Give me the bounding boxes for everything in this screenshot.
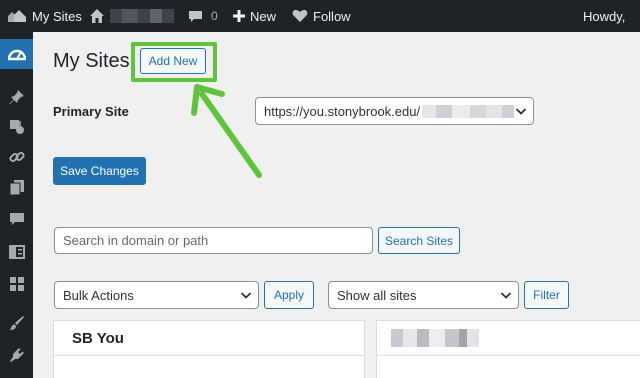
- site-filter-value: Show all sites: [337, 287, 417, 303]
- primary-site-label: Primary Site: [53, 104, 129, 119]
- primary-site-select[interactable]: https://you.stonybrook.edu/: [255, 97, 534, 125]
- comments-menu[interactable]: 0: [188, 0, 218, 32]
- sidebar-item-links[interactable]: [0, 142, 33, 172]
- search-sites-button[interactable]: Search Sites: [378, 227, 460, 254]
- new-content-menu[interactable]: New: [233, 0, 276, 32]
- sidebar-item-dashboard[interactable]: [0, 39, 33, 69]
- brush-icon: [9, 316, 24, 330]
- current-site-menu[interactable]: [89, 0, 174, 32]
- comment-icon: [189, 10, 202, 22]
- dashboard-icon: [7, 49, 26, 61]
- sidebar-item-appearance[interactable]: [0, 308, 33, 338]
- site-card-header: [377, 321, 640, 356]
- comments-count: 0: [211, 9, 218, 23]
- site-path-redacted: [422, 104, 515, 118]
- save-changes-button[interactable]: Save Changes: [53, 157, 146, 185]
- filter-button[interactable]: Filter: [524, 281, 569, 309]
- site-card-title-redacted: [391, 329, 479, 347]
- sidebar-item-posts[interactable]: [0, 82, 33, 112]
- primary-site-value: https://you.stonybrook.edu/: [264, 103, 421, 119]
- site-card: [376, 320, 640, 378]
- sidebar-item-feedback[interactable]: [0, 237, 33, 267]
- new-label: New: [250, 8, 277, 24]
- sidebar-item-blocks[interactable]: [0, 269, 33, 299]
- bulk-actions-value: Bulk Actions: [63, 287, 134, 303]
- heart-icon: [292, 9, 308, 22]
- pages-icon: [9, 180, 24, 195]
- site-card-title[interactable]: SB You: [72, 330, 124, 347]
- feedback-icon: [8, 245, 25, 259]
- chevron-down-icon: [240, 292, 252, 299]
- site-filter-select[interactable]: Show all sites: [328, 281, 519, 309]
- pin-icon: [9, 90, 24, 104]
- apply-button[interactable]: Apply: [264, 281, 314, 309]
- add-new-highlight: [131, 42, 217, 82]
- follow-menu[interactable]: Follow: [292, 0, 351, 32]
- howdy-label: Howdy,: [583, 8, 626, 24]
- chevron-down-icon: [515, 108, 527, 115]
- plugins-icon: [9, 348, 24, 362]
- search-input[interactable]: Search in domain or path: [54, 227, 373, 254]
- site-name-redacted: [110, 9, 174, 23]
- account-menu[interactable]: Howdy,: [583, 0, 625, 32]
- page-title: My Sites: [53, 50, 130, 72]
- admin-bar: My Sites 0 New Follow Howdy,: [0, 0, 640, 32]
- comments-icon: [9, 213, 24, 225]
- bulk-actions-select[interactable]: Bulk Actions: [54, 281, 259, 309]
- blocks-icon: [9, 277, 24, 291]
- chevron-down-icon: [500, 292, 512, 299]
- my-sites-icon: [8, 10, 26, 22]
- plus-icon: [233, 10, 245, 22]
- site-card-header: SB You: [54, 321, 364, 356]
- media-icon: [9, 120, 24, 134]
- sidebar-item-pages[interactable]: [0, 172, 33, 202]
- sidebar-item-media[interactable]: [0, 112, 33, 142]
- sidebar-item-comments[interactable]: [0, 204, 33, 234]
- site-card: SB You: [53, 320, 365, 378]
- my-sites-menu[interactable]: My Sites: [7, 0, 82, 32]
- link-icon: [8, 151, 25, 163]
- home-icon: [90, 9, 104, 23]
- my-sites-label: My Sites: [32, 8, 82, 24]
- admin-sidebar: [0, 32, 33, 378]
- follow-label: Follow: [313, 8, 351, 24]
- sidebar-item-plugins[interactable]: [0, 340, 33, 370]
- search-placeholder: Search in domain or path: [63, 233, 209, 248]
